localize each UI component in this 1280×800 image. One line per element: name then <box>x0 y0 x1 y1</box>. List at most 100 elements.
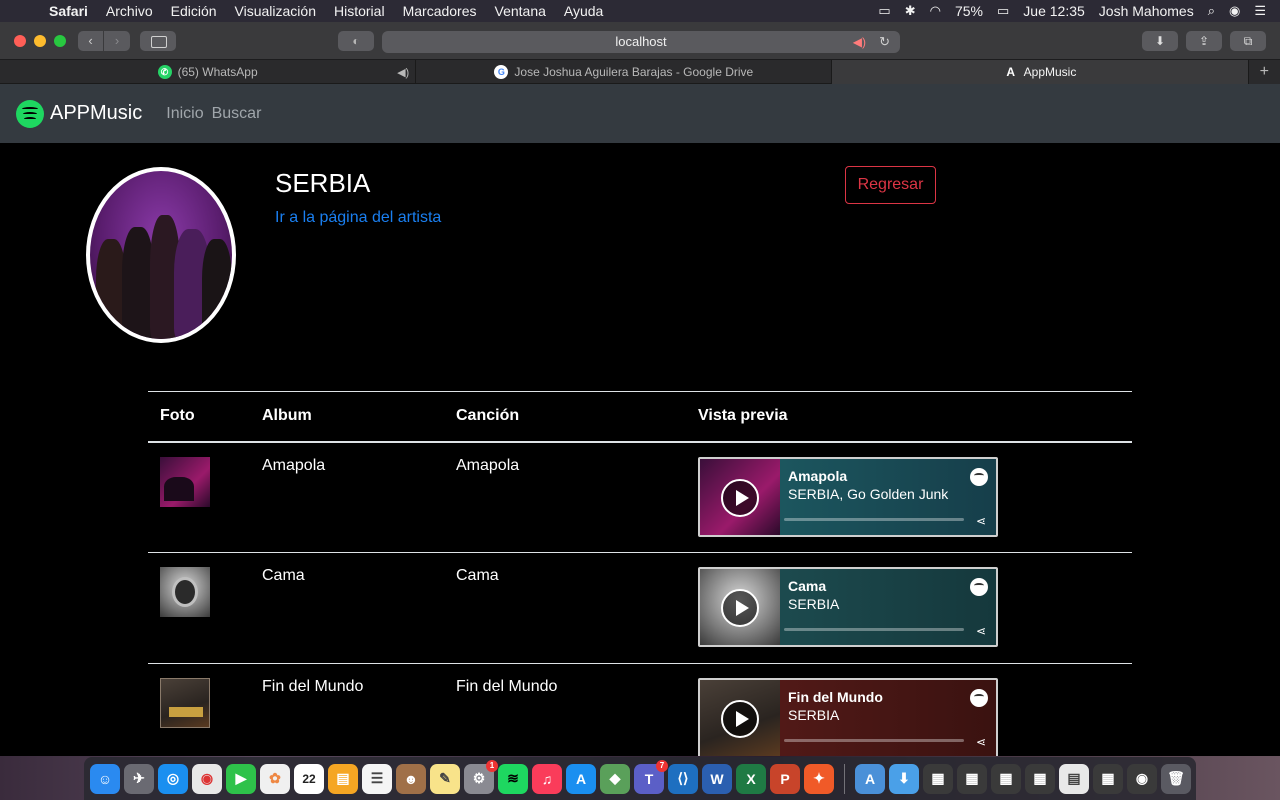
menu-historial[interactable]: Historial <box>325 3 394 19</box>
downloads-folder-icon[interactable]: ⬇ <box>889 763 919 794</box>
siri-icon[interactable]: ◉ <box>1229 3 1240 19</box>
new-tab-icon[interactable]: + <box>1248 60 1280 84</box>
battery-percent[interactable]: 75% <box>955 3 983 19</box>
album-cover <box>160 678 210 728</box>
airplay-icon[interactable]: ▭ <box>878 3 890 19</box>
tab-title: AppMusic <box>1023 65 1077 79</box>
tab-whatsapp[interactable]: ✆ (65) WhatsApp ◀) <box>0 60 417 84</box>
menu-ventana[interactable]: Ventana <box>486 3 555 19</box>
progress-bar[interactable] <box>784 517 964 521</box>
play-icon[interactable] <box>721 700 759 738</box>
trash-icon[interactable]: 🗑 <box>1161 763 1191 794</box>
powerpoint-icon[interactable]: P <box>770 763 800 794</box>
control-center-icon[interactable]: ☰ <box>1254 3 1266 19</box>
menu-ayuda[interactable]: Ayuda <box>555 3 612 19</box>
reload-icon[interactable]: ↻ <box>879 31 890 53</box>
facetime-icon[interactable]: ▶ <box>226 763 256 794</box>
applications-folder-icon[interactable]: A <box>855 763 885 794</box>
minimize-window-button[interactable] <box>34 34 46 47</box>
progress-bar[interactable] <box>784 628 964 631</box>
teams-icon[interactable]: T7 <box>634 759 668 794</box>
nav-inicio[interactable]: Inicio <box>166 105 203 123</box>
launchpad-icon[interactable]: ✈ <box>124 763 154 794</box>
clock[interactable]: Jue 12:35 <box>1023 3 1085 19</box>
album-cover <box>160 456 210 507</box>
user-name[interactable]: Josh Mahomes <box>1099 3 1194 19</box>
song-name: Cama <box>444 552 686 664</box>
reminders-icon[interactable]: ☰ <box>362 763 392 794</box>
play-icon[interactable] <box>721 478 759 517</box>
cube-app-icon[interactable]: ◆ <box>600 763 630 794</box>
embed-album-art <box>700 569 780 645</box>
finder-icon[interactable]: ☺ <box>90 763 120 794</box>
artist-photo <box>86 167 236 343</box>
chrome-icon[interactable]: ◉ <box>192 763 222 794</box>
battery-icon[interactable]: ▭ <box>997 3 1009 19</box>
window-thumbnail-icon[interactable]: ▦ <box>923 763 953 794</box>
header-foto: Foto <box>148 391 250 443</box>
calendar-icon[interactable]: 22 <box>294 763 324 794</box>
progress-bar[interactable] <box>784 739 964 742</box>
bluetooth-icon[interactable]: ✱ <box>905 3 916 19</box>
address-bar[interactable]: localhost ◀) ↻ <box>382 31 900 53</box>
audio-playing-icon[interactable]: ◀) <box>853 31 866 53</box>
vscode-icon[interactable]: ⟨⟩ <box>668 763 698 794</box>
notes-icon[interactable]: ✎ <box>430 763 460 794</box>
safari-icon[interactable]: ◎ <box>158 763 188 794</box>
window-thumbnail-icon[interactable]: ▦ <box>1025 763 1055 794</box>
spotify-embed-player[interactable]: Amapola SERBIA, Go Golden Junk ⋖ <box>698 456 998 537</box>
table-header-row: Foto Album Canción Vista previa <box>148 391 1132 443</box>
tab-appmusic[interactable]: A AppMusic <box>832 60 1249 84</box>
regresar-button[interactable]: Regresar <box>845 166 936 204</box>
spotlight-search-icon[interactable]: ⌕ <box>1208 3 1215 19</box>
spotify-icon[interactable] <box>970 689 988 707</box>
tab-audio-icon[interactable]: ◀) <box>397 66 409 79</box>
forward-icon[interactable]: › <box>104 31 130 51</box>
wifi-icon[interactable]: ◠ <box>930 3 941 19</box>
slides-icon[interactable]: ▤ <box>328 763 358 794</box>
artist-page-link[interactable]: Ir a la página del artista <box>275 209 441 227</box>
table-row: Amapola Amapola Amapola SERBIA, Go Golde… <box>148 441 1132 553</box>
system-preferences-icon[interactable]: ⚙ 1 <box>464 759 498 794</box>
embed-album-art <box>700 680 780 756</box>
tab-overview-icon[interactable]: ⧉ <box>1230 31 1266 51</box>
menu-app-name[interactable]: Safari <box>40 3 97 19</box>
play-icon[interactable] <box>721 589 759 627</box>
share-icon[interactable]: ⋖ <box>976 735 986 749</box>
sidebar-toggle-button[interactable] <box>140 31 176 51</box>
menu-marcadores[interactable]: Marcadores <box>394 3 486 19</box>
menu-visualizacion[interactable]: Visualización <box>226 3 325 19</box>
share-icon[interactable]: ⋖ <box>976 514 986 528</box>
excel-icon[interactable]: X <box>736 763 766 794</box>
spotify-icon[interactable] <box>970 467 988 486</box>
app-store-icon[interactable]: A <box>566 763 596 794</box>
photos-icon[interactable]: ✿ <box>260 763 290 794</box>
brand[interactable]: APPMusic <box>16 99 142 128</box>
music-icon[interactable]: ♫ <box>532 763 562 794</box>
menu-archivo[interactable]: Archivo <box>97 3 162 19</box>
contacts-icon[interactable]: ☻ <box>396 763 426 794</box>
privacy-shield-icon[interactable]: ◐ <box>338 31 374 51</box>
spotify-embed-player[interactable]: Cama SERBIA ⋖ <box>698 567 998 647</box>
spotify-embed-player[interactable]: Fin del Mundo SERBIA ⋖ <box>698 678 998 756</box>
album-cover <box>160 567 210 617</box>
fullscreen-window-button[interactable] <box>54 34 66 47</box>
nav-buscar[interactable]: Buscar <box>212 105 262 123</box>
calendar-day: 22 <box>302 771 316 786</box>
spotify-icon[interactable]: ≋ <box>498 763 528 794</box>
window-thumbnail-icon[interactable]: ▦ <box>957 763 987 794</box>
menu-edicion[interactable]: Edición <box>162 3 226 19</box>
word-icon[interactable]: W <box>702 763 732 794</box>
window-thumbnail-icon[interactable]: ▤ <box>1059 763 1089 794</box>
window-thumbnail-icon[interactable]: ▦ <box>991 763 1021 794</box>
share-icon[interactable]: ⇪ <box>1186 31 1222 51</box>
spotify-icon[interactable] <box>970 578 988 596</box>
downloads-icon[interactable]: ⬇ <box>1142 31 1178 51</box>
tab-google-drive[interactable]: G Jose Joshua Aguilera Barajas - Google … <box>416 60 833 84</box>
window-thumbnail-icon[interactable]: ◉ <box>1127 763 1157 794</box>
close-window-button[interactable] <box>14 34 26 47</box>
share-icon[interactable]: ⋖ <box>976 624 986 638</box>
window-thumbnail-icon[interactable]: ▦ <box>1093 763 1123 794</box>
swift-icon[interactable]: ✦ <box>804 763 834 794</box>
back-icon[interactable]: ‹ <box>78 31 104 51</box>
